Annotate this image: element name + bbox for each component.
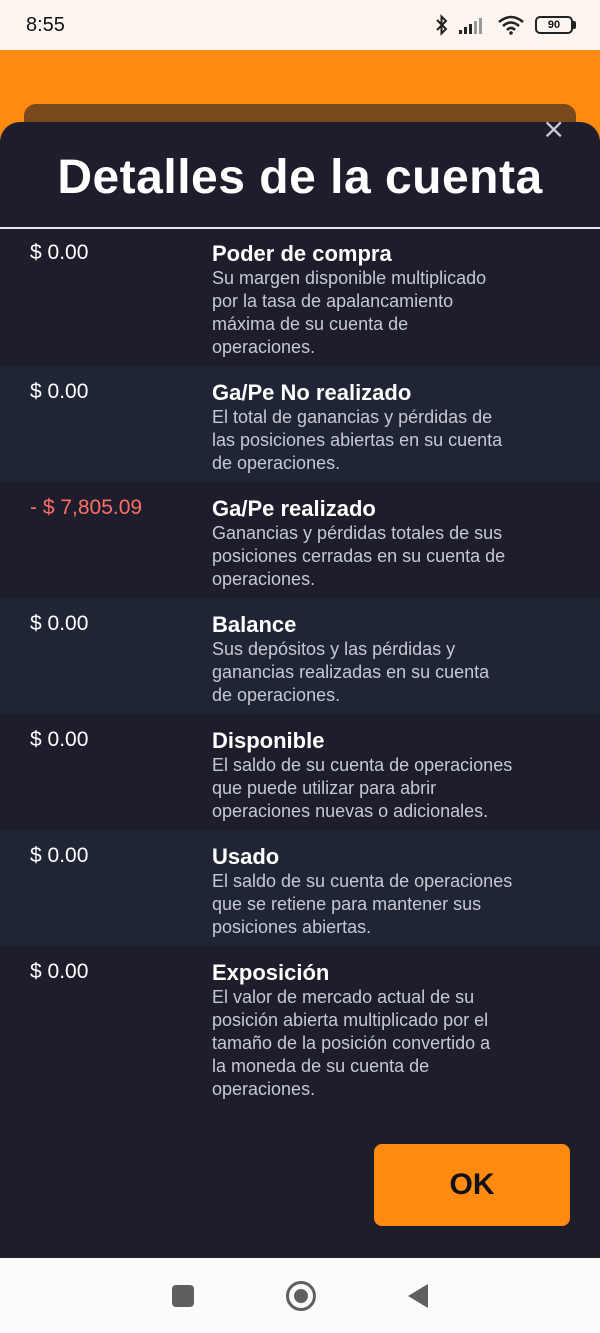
detail-row-unrealized-pl: $ 0.00 Ga/Pe No realizado El total de ga… (0, 366, 600, 482)
detail-description: El saldo de su cuenta de operaciones que… (212, 755, 513, 821)
wifi-icon (498, 15, 524, 35)
detail-title: Balance (212, 612, 297, 637)
detail-row-realized-pl: - $ 7,805.09 Ga/Pe realizado Ganancias y… (0, 482, 600, 598)
detail-description: Ganancias y pérdidas totales de sus posi… (212, 523, 506, 589)
detail-value: $ 0.00 (30, 241, 89, 264)
detail-title: Ga/Pe No realizado (212, 380, 412, 405)
bluetooth-icon (436, 14, 448, 36)
detail-description: El valor de mercado actual de su posició… (212, 987, 491, 1099)
navigation-bar (0, 1258, 600, 1333)
detail-title: Usado (212, 844, 280, 869)
detail-value: $ 0.00 (30, 728, 89, 751)
detail-row-used: $ 0.00 Usado El saldo de su cuenta de op… (0, 830, 600, 946)
detail-description: Su margen disponible multiplicado por la… (212, 268, 487, 357)
sheet-title: Detalles de la cuenta (57, 151, 543, 204)
ok-button[interactable]: OK (374, 1144, 570, 1226)
detail-title: Poder de compra (212, 241, 392, 266)
battery-icon: 90 (535, 16, 576, 34)
detail-value: $ 0.00 (30, 960, 89, 983)
detail-title: Exposición (212, 960, 330, 985)
status-bar: 8:55 90 (0, 0, 600, 50)
detail-row-available: $ 0.00 Disponible El saldo de su cuenta … (0, 714, 600, 830)
detail-description: Sus depósitos y las pérdidas y ganancias… (212, 639, 490, 705)
detail-description: El saldo de su cuenta de operaciones que… (212, 871, 513, 937)
detail-value: $ 0.00 (30, 380, 89, 403)
details-list: $ 0.00 Poder de compra Su margen disponi… (0, 229, 600, 1110)
recents-icon[interactable] (172, 1284, 194, 1307)
status-time: 8:55 (26, 13, 65, 36)
status-icons: 90 (435, 14, 576, 36)
detail-row-exposure: $ 0.00 Exposición El valor de mercado ac… (0, 946, 600, 1110)
home-icon[interactable] (286, 1280, 316, 1311)
signal-icon (459, 18, 482, 34)
detail-row-buying-power: $ 0.00 Poder de compra Su margen disponi… (0, 229, 600, 366)
close-icon[interactable]: × (542, 115, 565, 143)
detail-description: El total de ganancias y pérdidas de las … (212, 407, 503, 473)
detail-value: - $ 7,805.09 (30, 496, 143, 519)
detail-value: $ 0.00 (30, 612, 89, 635)
battery-level: 90 (535, 16, 573, 34)
detail-title: Disponible (212, 728, 325, 753)
detail-title: Ga/Pe realizado (212, 496, 376, 521)
detail-value: $ 0.00 (30, 844, 89, 867)
back-icon[interactable] (408, 1283, 428, 1308)
detail-row-balance: $ 0.00 Balance Sus depósitos y las pérdi… (0, 598, 600, 714)
